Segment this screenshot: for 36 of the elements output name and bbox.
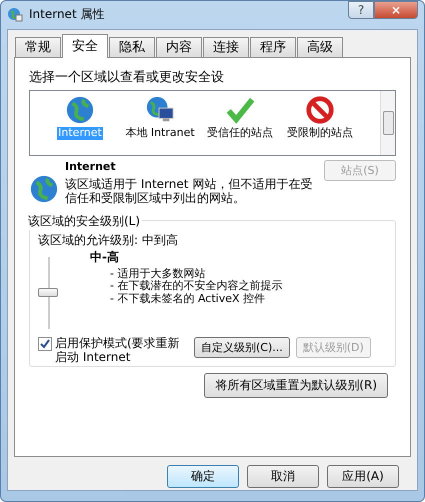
dialog-button[interactable]: 应用(A) [327, 465, 399, 488]
zone-label[interactable]: 本地 Intranet [124, 127, 196, 140]
tab[interactable]: 程序 [250, 37, 296, 57]
zone-description: 该区域适用于 Internet 网站，但不适用于在受信任和受限制区域中列出的网站。 [65, 177, 314, 206]
protected-mode-label[interactable]: 启用保护模式(要求重新启动 Internet [55, 336, 188, 364]
prohibited-icon[interactable] [305, 95, 335, 125]
window-title: Internet 属性 [29, 6, 106, 22]
tab[interactable]: 常规 [15, 37, 61, 57]
dialog-button[interactable]: 确定 [167, 465, 239, 488]
checkmark-icon[interactable] [225, 95, 255, 125]
zone-label[interactable]: 受限制的站点 [286, 127, 354, 140]
level-description: - 不下载未签名的 ActiveX 控件 [110, 293, 266, 306]
globe-icon [29, 174, 59, 204]
help-button[interactable]: ? [348, 1, 374, 19]
tab[interactable]: 内容 [156, 37, 202, 57]
level-button[interactable]: 自定义级别(C)... [194, 336, 290, 358]
tab[interactable]: 高级 [297, 37, 343, 57]
allowed-level-text: 该区域的允许级别: 中到高 [38, 232, 179, 249]
zone-label[interactable]: 受信任的站点 [206, 127, 274, 140]
globe-icon [7, 6, 23, 22]
slider-thumb[interactable] [38, 288, 58, 298]
level-description: - 适用于大多数网站 [110, 268, 206, 280]
globe-icon[interactable] [65, 95, 95, 125]
reset-zones-button[interactable]: 将所有区域重置为默认级别(R) [204, 373, 388, 398]
group-title: 该区域的安全级别(L) [26, 212, 142, 230]
tab[interactable]: 连接 [203, 37, 249, 57]
zone-prompt: 选择一个区域以查看或更改安全设 [29, 69, 225, 86]
dialog-button[interactable]: 取消 [247, 465, 319, 488]
protected-mode-checkbox[interactable] [38, 336, 52, 351]
tab[interactable]: 安全 [62, 34, 108, 58]
scrollbar[interactable] [380, 91, 395, 155]
security-slider[interactable] [38, 256, 60, 329]
level-name: 中-高 [90, 248, 120, 266]
tab[interactable]: 隐私 [109, 37, 155, 57]
level-description: - 在下载潜在的不安全内容之前提示 [110, 280, 282, 293]
zone-title: Internet [65, 160, 117, 173]
